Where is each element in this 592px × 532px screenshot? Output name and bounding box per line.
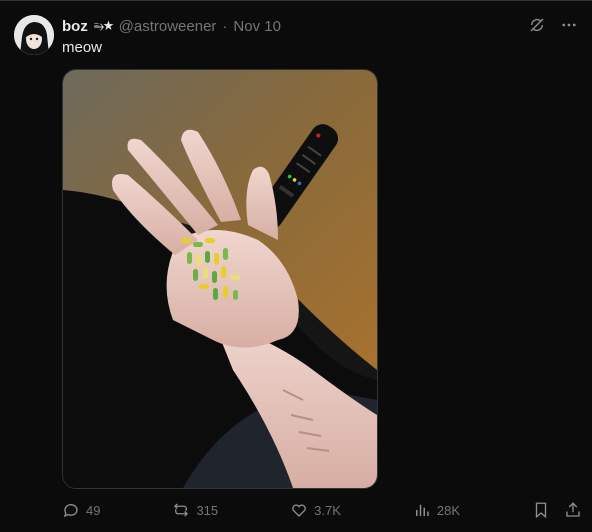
- bookmark-icon: [535, 502, 547, 519]
- repost-icon: [174, 503, 189, 517]
- like-icon: [292, 504, 306, 517]
- post-header: boz ⥱★ @astroweener · Nov 10: [62, 16, 281, 36]
- photo-hand-with-pills: [63, 70, 377, 488]
- user-handle[interactable]: @astroweener: [119, 18, 217, 35]
- grok-icon[interactable]: [528, 16, 546, 34]
- post-text: meow: [62, 39, 103, 56]
- divider: [0, 0, 592, 1]
- reply-button[interactable]: 49: [62, 501, 100, 519]
- share-icon: [566, 502, 580, 517]
- avatar-image: [14, 15, 54, 55]
- reply-icon: [63, 504, 78, 518]
- repost-count: 315: [196, 502, 219, 518]
- separator-dot: ·: [222, 17, 228, 35]
- like-button[interactable]: 3.7K: [290, 501, 341, 519]
- repost-button[interactable]: 315: [172, 501, 218, 519]
- like-count: 3.7K: [314, 502, 341, 518]
- avatar[interactable]: [14, 15, 54, 55]
- share-button[interactable]: [564, 501, 582, 519]
- reply-count: 49: [86, 502, 101, 518]
- view-count: 28K: [436, 502, 461, 518]
- post-image[interactable]: [62, 69, 378, 489]
- header-actions: [528, 16, 578, 34]
- post-date[interactable]: Nov 10: [233, 18, 281, 35]
- views-button[interactable]: 28K: [413, 501, 460, 519]
- secondary-actions: [532, 501, 582, 519]
- more-icon[interactable]: [560, 16, 578, 34]
- bookmark-button[interactable]: [532, 501, 550, 519]
- views-icon: [415, 504, 429, 516]
- display-name[interactable]: boz: [62, 18, 88, 35]
- post-actions: 49 315 3.7K 28K: [62, 498, 582, 522]
- name-badge: ⥱★: [93, 18, 114, 33]
